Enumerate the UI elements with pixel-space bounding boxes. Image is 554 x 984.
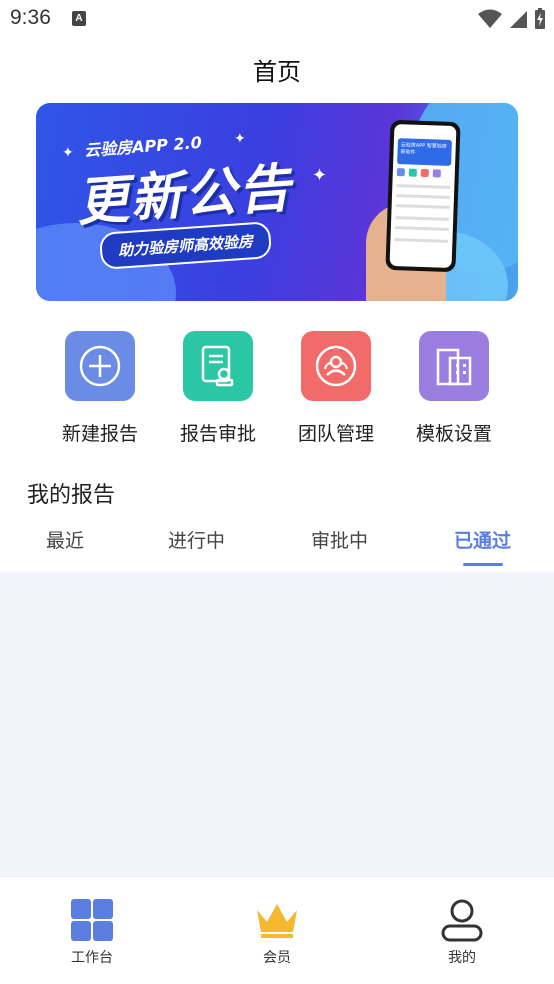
team-management-label: 团队管理: [297, 423, 374, 445]
nav-membership[interactable]: 会员: [227, 897, 327, 967]
page-title: 首页: [253, 58, 301, 86]
new-report-label: 新建报告: [61, 423, 138, 445]
report-list: [0, 572, 554, 876]
my-reports-title: 我的报告: [27, 483, 116, 508]
phone-mockup: 云验房APP 智慧验房新软件: [385, 119, 461, 273]
team-management-button[interactable]: 团队管理: [276, 331, 396, 446]
phone-screen: 云验房APP 智慧验房新软件: [389, 123, 457, 269]
sparkle-icon: ✦: [234, 131, 246, 147]
tab-under-approval[interactable]: 审批中: [311, 526, 368, 553]
bottom-nav: 工作台 会员 我的: [0, 876, 554, 984]
plus-circle-icon: [65, 331, 135, 401]
announcement-banner[interactable]: ✦ ✦ ✦ 云验房APP 2.0 更新公告 助力验房师高效验房 云验房APP 智…: [36, 103, 518, 301]
nav-mine[interactable]: 我的: [412, 897, 512, 967]
nav-workbench-label: 工作台: [71, 950, 113, 966]
report-approval-label: 报告审批: [179, 423, 256, 445]
wifi-icon: [478, 9, 502, 28]
signal-icon: [510, 11, 527, 28]
tab-in-progress[interactable]: 进行中: [168, 526, 225, 553]
nav-membership-label: 会员: [263, 950, 291, 966]
banner-headline: 更新公告: [74, 158, 295, 234]
sparkle-icon: ✦: [312, 165, 328, 186]
status-bar: 9:36 A: [0, 0, 554, 38]
phone-card: 云验房APP 智慧验房新软件: [397, 138, 452, 166]
sparkle-icon: ✦: [62, 145, 74, 161]
building-icon: [419, 331, 489, 401]
user-icon: [439, 897, 485, 943]
template-settings-label: 模板设置: [415, 423, 492, 445]
status-time: 9:36: [10, 6, 51, 29]
tab-recent[interactable]: 最近: [46, 526, 84, 553]
nav-mine-label: 我的: [448, 950, 476, 966]
tab-approved[interactable]: 已通过: [454, 526, 511, 553]
grid-icon: [69, 897, 115, 943]
team-icon: [301, 331, 371, 401]
report-approval-button[interactable]: 报告审批: [158, 331, 278, 446]
nav-workbench[interactable]: 工作台: [42, 897, 142, 967]
document-stamp-icon: [183, 331, 253, 401]
notification-icon: A: [72, 11, 86, 26]
template-settings-button[interactable]: 模板设置: [394, 331, 514, 446]
phone-icons: [396, 168, 441, 178]
new-report-button[interactable]: 新建报告: [40, 331, 160, 446]
active-tab-indicator: [463, 563, 503, 566]
crown-icon: [254, 897, 300, 943]
status-icons: [478, 8, 546, 30]
battery-charging-icon: [535, 8, 545, 29]
quick-actions: 新建报告 报告审批 团队管理 模板设置: [0, 331, 554, 451]
